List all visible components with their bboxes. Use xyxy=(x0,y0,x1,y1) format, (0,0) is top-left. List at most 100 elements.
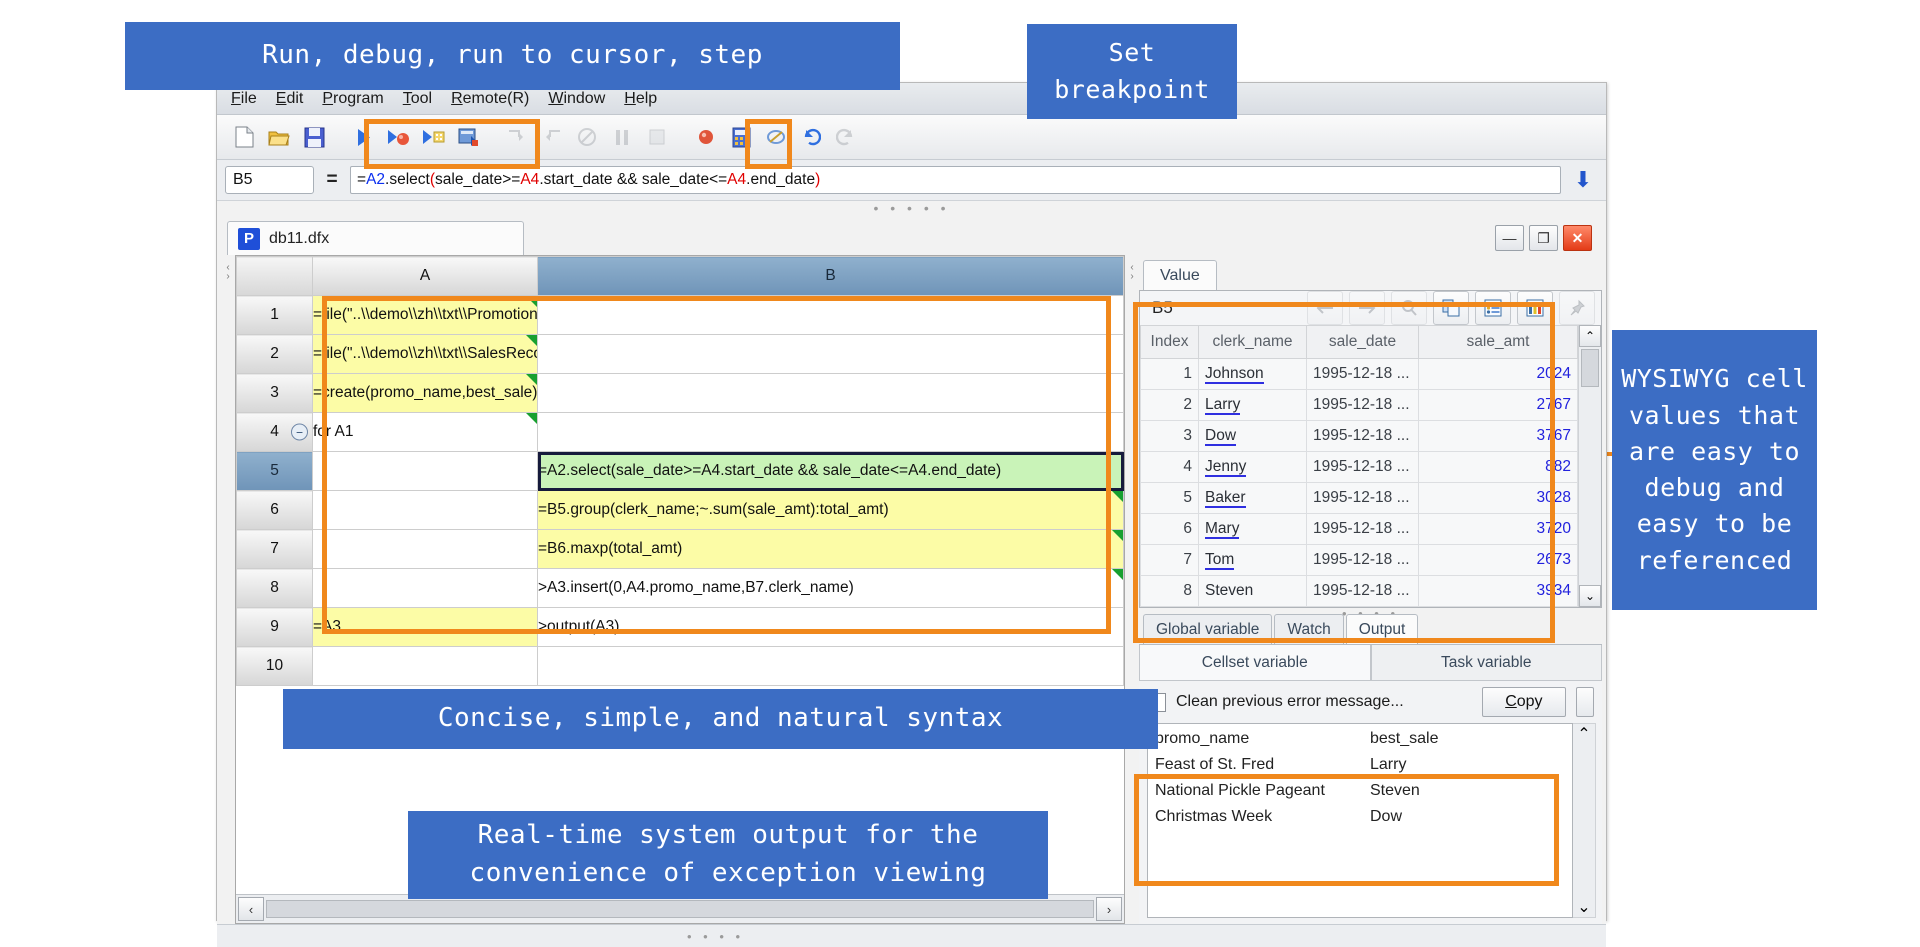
minimize-button[interactable]: — xyxy=(1495,225,1524,251)
output-col-promo-name: promo_name xyxy=(1155,730,1250,747)
undo-icon[interactable] xyxy=(796,122,826,152)
esproc-logo-icon: P xyxy=(238,227,260,250)
formula-seg-9: ) xyxy=(815,171,821,188)
grid-row-header-9[interactable]: 9 xyxy=(236,607,313,647)
formula-seg-7: A4 xyxy=(727,171,747,188)
tab-task-variable[interactable]: Task variable xyxy=(1370,645,1602,681)
grid-cell-a10[interactable] xyxy=(312,646,538,686)
output-row-header: promo_name best_sale xyxy=(1155,730,1572,756)
grid-hscroll-thumb[interactable] xyxy=(266,900,1094,918)
cell-reference-input[interactable]: B5 xyxy=(225,166,314,194)
tab-value[interactable]: Value xyxy=(1143,260,1217,290)
step-out-icon xyxy=(537,122,567,152)
copy-button-rest: opy xyxy=(1516,693,1543,710)
menu-item-window[interactable]: Window xyxy=(548,90,605,108)
note-triangle-icon xyxy=(1112,530,1123,541)
save-icon[interactable] xyxy=(299,122,329,152)
new-file-icon[interactable] xyxy=(229,122,259,152)
menu-item-edit[interactable]: Edit xyxy=(276,90,304,108)
grid-corner-cell[interactable] xyxy=(236,256,313,296)
window-control-buttons: — ❐ ✕ xyxy=(1495,225,1592,251)
highlight-output-panel xyxy=(1134,774,1559,886)
output-col-best-sale: best_sale xyxy=(1370,730,1439,747)
menu-help-rest: elp xyxy=(635,89,658,107)
grid-row-header-4-text: 4 xyxy=(270,423,279,440)
menu-window-rest: indow xyxy=(563,89,606,107)
output-vertical-scrollbar[interactable]: ⌃ ⌄ xyxy=(1573,723,1596,918)
overflow-button[interactable] xyxy=(1575,687,1594,717)
document-tab-bar: P db11.dfx — ❐ ✕ xyxy=(217,215,1606,255)
stop-icon xyxy=(572,122,602,152)
document-tab-label: db11.dfx xyxy=(269,229,330,247)
callout-run-debug: Run, debug, run to cursor, step xyxy=(125,22,900,90)
grid-row-header-2[interactable]: 2 xyxy=(236,334,313,374)
grid-row-header-8[interactable]: 8 xyxy=(236,568,313,608)
value-scroll-thumb[interactable] xyxy=(1581,349,1599,387)
scroll-right-icon[interactable]: › xyxy=(1096,897,1122,921)
note-triangle-icon xyxy=(1112,569,1123,580)
close-button[interactable]: ✕ xyxy=(1563,225,1592,251)
scroll-down-icon[interactable]: ⌄ xyxy=(1579,585,1601,607)
formula-seg-5: A4 xyxy=(520,171,540,188)
callout-wysiwyg: WYSIWYG cell values that are easy to deb… xyxy=(1612,330,1817,610)
note-triangle-icon xyxy=(1112,491,1123,502)
restore-button[interactable]: ❐ xyxy=(1529,225,1558,251)
open-folder-icon[interactable] xyxy=(264,122,294,152)
grid-row-header-6[interactable]: 6 xyxy=(236,490,313,530)
menu-item-program[interactable]: Program xyxy=(322,90,383,108)
highlight-value-table xyxy=(1133,302,1555,643)
halt-icon xyxy=(642,122,672,152)
formula-expand-icon[interactable]: ⬇ xyxy=(1568,167,1598,193)
redo-icon xyxy=(831,122,861,152)
scroll-up-icon[interactable]: ⌃ xyxy=(1579,325,1601,347)
pause-icon xyxy=(607,122,637,152)
pin-icon[interactable] xyxy=(1559,291,1595,325)
callout-concise-syntax: Concise, simple, and natural syntax xyxy=(283,689,1158,749)
grid-row-header-5[interactable]: 5 xyxy=(236,451,313,491)
clean-error-label: Clean previous error message... xyxy=(1176,693,1404,710)
menu-item-remote[interactable]: Remote(R) xyxy=(451,90,529,108)
grid-row-header-3[interactable]: 3 xyxy=(236,373,313,413)
drag-handle-dots: • • • • • xyxy=(873,200,950,216)
copy-button[interactable]: Copy xyxy=(1482,687,1566,717)
grid-cell-b10[interactable] xyxy=(537,646,1124,686)
menu-item-file[interactable]: File xyxy=(231,90,257,108)
callout-set-breakpoint: Set breakpoint xyxy=(1027,24,1237,119)
status-bar: • • • • xyxy=(217,924,1606,947)
table-row: 10 xyxy=(236,646,1124,686)
callout-set-breakpoint-text: Set breakpoint xyxy=(1054,38,1210,104)
menu-item-help[interactable]: Help xyxy=(624,90,657,108)
formula-seg-8: .end_date xyxy=(746,171,816,188)
scroll-left-icon[interactable]: ‹ xyxy=(238,897,264,921)
formula-input[interactable]: = A2 .select(sale_date>= A4 .start_date && s… xyxy=(350,166,1561,194)
set-breakpoint-icon[interactable] xyxy=(691,122,721,152)
collapse-toggle-icon[interactable]: − xyxy=(291,423,308,441)
highlight-run-toolbar xyxy=(364,119,540,169)
grid-column-header-a[interactable]: A xyxy=(312,256,538,296)
formula-seg-4: sale_date>= xyxy=(435,171,521,188)
tab-cellset-variable[interactable]: Cellset variable xyxy=(1139,645,1371,681)
lower-sub-tab-bar: Cellset variable Task variable xyxy=(1139,644,1602,681)
grid-column-header-b[interactable]: B xyxy=(537,256,1124,296)
formula-seg-6: .start_date && sale_date<= xyxy=(539,171,728,188)
grid-row-header-10[interactable]: 10 xyxy=(236,646,313,686)
formula-seg-1: A2 xyxy=(366,171,386,188)
menu-edit-rest: dit xyxy=(286,89,304,107)
value-tab-bar: Value xyxy=(1139,255,1602,290)
grid-row-header-4[interactable]: 4− xyxy=(236,412,313,452)
menu-remote-rest: emote(R) xyxy=(462,89,530,107)
highlight-breakpoint-toolbar xyxy=(745,119,792,169)
panel-drag-handle[interactable]: • • • • • xyxy=(217,201,1606,215)
menu-item-tool[interactable]: Tool xyxy=(403,90,432,108)
document-tab-db11[interactable]: P db11.dfx xyxy=(227,221,524,255)
splitter-arrows-left[interactable]: ‹ › xyxy=(226,263,229,282)
splitter-arrows-right[interactable]: ‹ › xyxy=(1130,263,1133,282)
menu-tool-rest: ool xyxy=(410,89,433,107)
scroll-up-icon[interactable]: ⌃ xyxy=(1577,724,1590,744)
value-vertical-scrollbar[interactable]: ⌃ ⌄ xyxy=(1578,325,1601,607)
scroll-down-icon[interactable]: ⌄ xyxy=(1577,897,1590,917)
grid-row-header-7[interactable]: 7 xyxy=(236,529,313,569)
grid-row-header-1[interactable]: 1 xyxy=(236,295,313,335)
left-splitter[interactable]: ‹ › xyxy=(221,255,235,924)
output-controls: Clean previous error message... Copy xyxy=(1139,681,1602,723)
